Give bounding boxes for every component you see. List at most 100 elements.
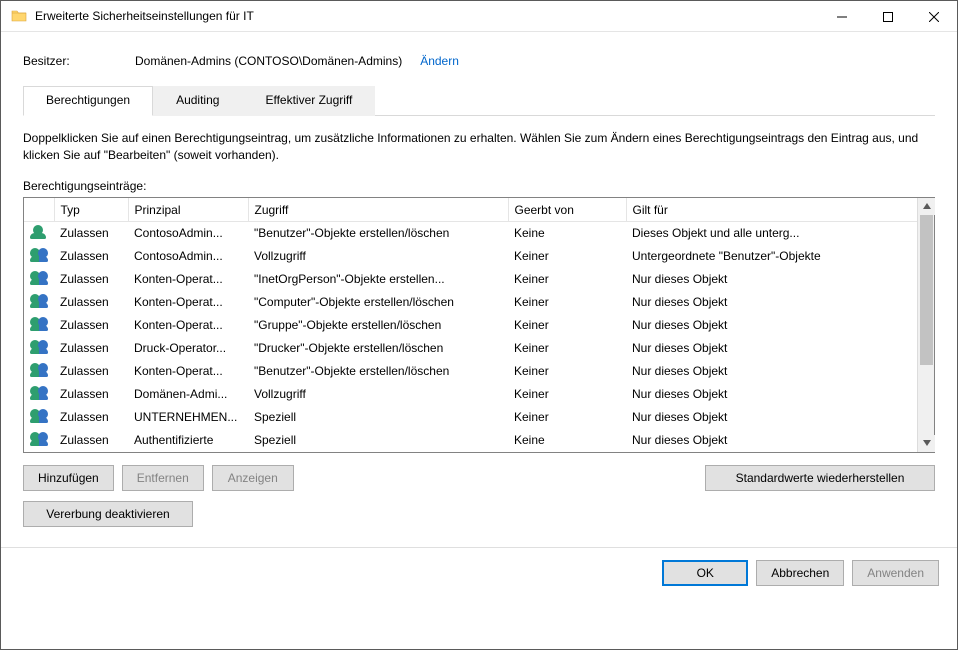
cell-access: Vollzugriff bbox=[248, 383, 508, 406]
cell-type: Zulassen bbox=[54, 245, 128, 268]
window-controls bbox=[819, 1, 957, 31]
cell-access: "Computer"-Objekte erstellen/löschen bbox=[248, 291, 508, 314]
row-icon-cell bbox=[24, 291, 54, 314]
entries-label: Berechtigungseinträge: bbox=[23, 179, 935, 193]
cell-type: Zulassen bbox=[54, 221, 128, 245]
cell-type: Zulassen bbox=[54, 360, 128, 383]
users-icon bbox=[30, 340, 48, 354]
table-row[interactable]: ZulassenContosoAdmin...VollzugriffKeiner… bbox=[24, 245, 917, 268]
cell-inherited: Keiner bbox=[508, 314, 626, 337]
table-row[interactable]: ZulassenKonten-Operat..."Gruppe"-Objekte… bbox=[24, 314, 917, 337]
table-header-row: Typ Prinzipal Zugriff Geerbt von Gilt fü… bbox=[24, 198, 917, 222]
cell-inherited: Keiner bbox=[508, 406, 626, 429]
users-icon bbox=[30, 363, 48, 377]
cell-principal: ContosoAdmin... bbox=[128, 221, 248, 245]
col-icon[interactable] bbox=[24, 198, 54, 222]
cell-access: Vollzugriff bbox=[248, 245, 508, 268]
cell-applies: Nur dieses Objekt bbox=[626, 268, 917, 291]
row-icon-cell bbox=[24, 360, 54, 383]
users-icon bbox=[30, 317, 48, 331]
table-row[interactable]: ZulassenKonten-Operat..."Computer"-Objek… bbox=[24, 291, 917, 314]
cell-principal: Konten-Operat... bbox=[128, 360, 248, 383]
cell-inherited: Keiner bbox=[508, 268, 626, 291]
row-icon-cell bbox=[24, 245, 54, 268]
cell-inherited: Keiner bbox=[508, 337, 626, 360]
table-row[interactable]: ZulassenUNTERNEHMEN...SpeziellKeinerNur … bbox=[24, 406, 917, 429]
table-row[interactable]: ZulassenKonten-Operat..."Benutzer"-Objek… bbox=[24, 360, 917, 383]
table-row[interactable]: ZulassenDruck-Operator..."Drucker"-Objek… bbox=[24, 337, 917, 360]
tab-permissions[interactable]: Berechtigungen bbox=[23, 86, 153, 116]
view-button[interactable]: Anzeigen bbox=[212, 465, 294, 491]
folder-icon bbox=[11, 8, 27, 24]
apply-button[interactable]: Anwenden bbox=[852, 560, 939, 586]
minimize-button[interactable] bbox=[819, 1, 865, 32]
cancel-button[interactable]: Abbrechen bbox=[756, 560, 844, 586]
users-icon bbox=[30, 271, 48, 285]
cell-principal: UNTERNEHMEN... bbox=[128, 406, 248, 429]
window-title: Erweiterte Sicherheitseinstellungen für … bbox=[35, 9, 819, 23]
owner-label: Besitzer: bbox=[23, 54, 135, 68]
cell-type: Zulassen bbox=[54, 383, 128, 406]
cell-access: "Gruppe"-Objekte erstellen/löschen bbox=[248, 314, 508, 337]
cell-applies: Nur dieses Objekt bbox=[626, 360, 917, 383]
permissions-table-frame: Typ Prinzipal Zugriff Geerbt von Gilt fü… bbox=[23, 197, 935, 453]
cell-inherited: Keiner bbox=[508, 291, 626, 314]
cell-principal: Druck-Operator... bbox=[128, 337, 248, 360]
tab-effective-access[interactable]: Effektiver Zugriff bbox=[242, 86, 375, 116]
table-row[interactable]: ZulassenDomänen-Admi...VollzugriffKeiner… bbox=[24, 383, 917, 406]
row-icon-cell bbox=[24, 406, 54, 429]
cell-access: Speziell bbox=[248, 429, 508, 452]
cell-type: Zulassen bbox=[54, 291, 128, 314]
permissions-table-scroll[interactable]: Typ Prinzipal Zugriff Geerbt von Gilt fü… bbox=[24, 198, 917, 452]
col-applies[interactable]: Gilt für bbox=[626, 198, 917, 222]
tab-auditing[interactable]: Auditing bbox=[153, 86, 242, 116]
table-row[interactable]: ZulassenKonten-Operat..."InetOrgPerson"-… bbox=[24, 268, 917, 291]
permissions-button-row: Hinzufügen Entfernen Anzeigen Standardwe… bbox=[23, 465, 935, 491]
cell-applies: Nur dieses Objekt bbox=[626, 406, 917, 429]
user-icon bbox=[30, 225, 48, 239]
col-principal[interactable]: Prinzipal bbox=[128, 198, 248, 222]
close-button[interactable] bbox=[911, 1, 957, 32]
cell-inherited: Keiner bbox=[508, 245, 626, 268]
cell-type: Zulassen bbox=[54, 268, 128, 291]
maximize-button[interactable] bbox=[865, 1, 911, 32]
titlebar: Erweiterte Sicherheitseinstellungen für … bbox=[1, 1, 957, 32]
tabs-bar: Berechtigungen Auditing Effektiver Zugri… bbox=[23, 86, 935, 116]
cell-access: "InetOrgPerson"-Objekte erstellen... bbox=[248, 268, 508, 291]
row-icon-cell bbox=[24, 221, 54, 245]
row-icon-cell bbox=[24, 383, 54, 406]
cell-applies: Nur dieses Objekt bbox=[626, 291, 917, 314]
disable-inheritance-button[interactable]: Vererbung deaktivieren bbox=[23, 501, 193, 527]
cell-inherited: Keiner bbox=[508, 360, 626, 383]
change-owner-link[interactable]: Ändern bbox=[420, 54, 459, 68]
tab-body-permissions: Doppelklicken Sie auf einen Berechtigung… bbox=[19, 116, 939, 527]
cell-inherited: Keine bbox=[508, 221, 626, 245]
cell-principal: Konten-Operat... bbox=[128, 291, 248, 314]
remove-button[interactable]: Entfernen bbox=[122, 465, 204, 491]
scroll-thumb[interactable] bbox=[920, 215, 933, 365]
restore-defaults-button[interactable]: Standardwerte wiederherstellen bbox=[705, 465, 935, 491]
dialog-content: Besitzer: Domänen-Admins (CONTOSO\Domäne… bbox=[1, 32, 957, 598]
cell-inherited: Keiner bbox=[508, 383, 626, 406]
users-icon bbox=[30, 248, 48, 262]
vertical-scrollbar[interactable] bbox=[917, 198, 934, 452]
col-type[interactable]: Typ bbox=[54, 198, 128, 222]
scroll-down-button[interactable] bbox=[918, 435, 935, 452]
cell-principal: ContosoAdmin... bbox=[128, 245, 248, 268]
users-icon bbox=[30, 409, 48, 423]
col-inherited[interactable]: Geerbt von bbox=[508, 198, 626, 222]
row-icon-cell bbox=[24, 429, 54, 452]
add-button[interactable]: Hinzufügen bbox=[23, 465, 114, 491]
cell-applies: Dieses Objekt und alle unterg... bbox=[626, 221, 917, 245]
ok-button[interactable]: OK bbox=[662, 560, 748, 586]
table-row[interactable]: ZulassenContosoAdmin..."Benutzer"-Objekt… bbox=[24, 221, 917, 245]
row-icon-cell bbox=[24, 337, 54, 360]
owner-row: Besitzer: Domänen-Admins (CONTOSO\Domäne… bbox=[19, 46, 939, 86]
scroll-up-button[interactable] bbox=[918, 198, 935, 215]
users-icon bbox=[30, 294, 48, 308]
inheritance-button-row: Vererbung deaktivieren bbox=[23, 501, 935, 527]
cell-applies: Nur dieses Objekt bbox=[626, 383, 917, 406]
help-text: Doppelklicken Sie auf einen Berechtigung… bbox=[23, 130, 935, 165]
table-row[interactable]: ZulassenAuthentifizierteSpeziellKeineNur… bbox=[24, 429, 917, 452]
col-access[interactable]: Zugriff bbox=[248, 198, 508, 222]
